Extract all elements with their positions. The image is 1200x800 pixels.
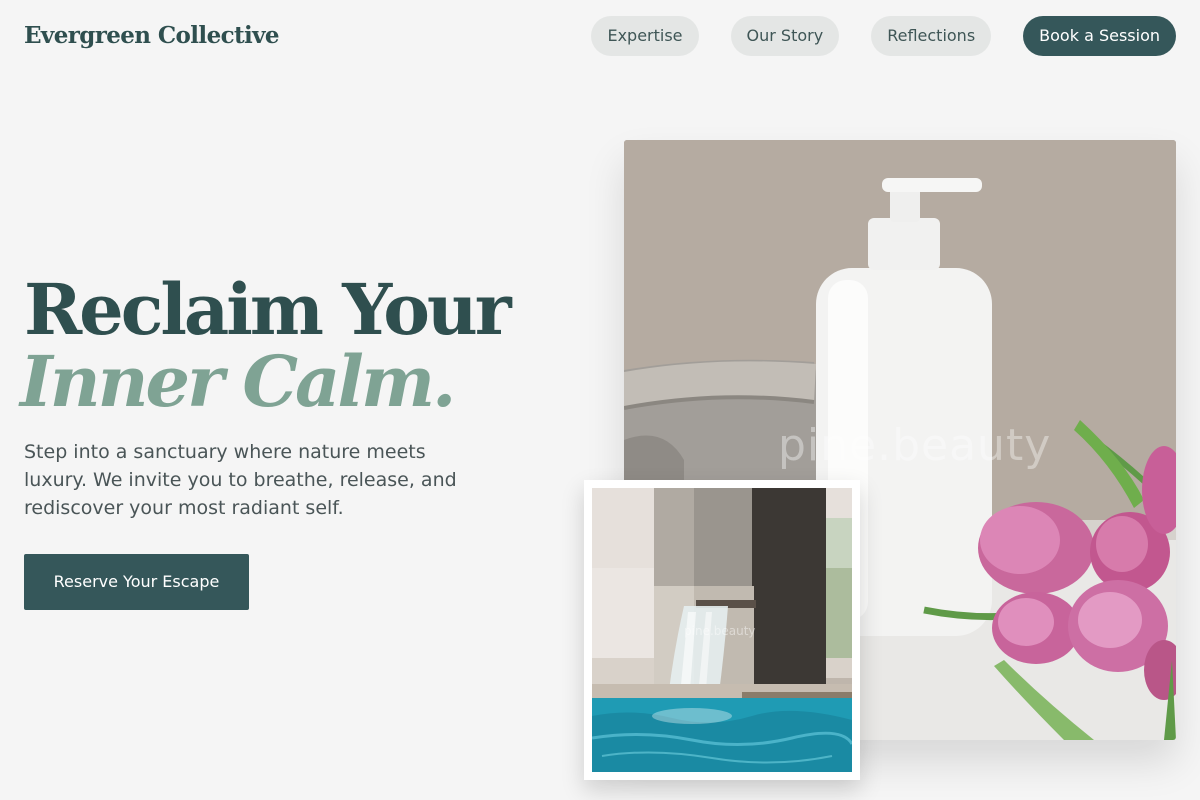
hero-subtitle: Step into a sanctuary where nature meets… — [24, 441, 457, 519]
inset-image-watermark: pine.beauty — [684, 624, 756, 638]
book-session-button[interactable]: Book a Session — [1023, 16, 1176, 56]
brand-logo[interactable]: Evergreen Collective — [24, 20, 280, 52]
main-nav: Expertise Our Story Reflections Book a S… — [591, 16, 1176, 56]
reserve-escape-button[interactable]: Reserve Your Escape — [24, 554, 249, 610]
hero-title: Reclaim Your Inner Calm. — [20, 268, 512, 424]
main-image-watermark: pine.beauty — [778, 420, 1052, 471]
site-header: Evergreen Collective Expertise Our Story… — [0, 0, 1200, 72]
hero-title-line1: Reclaim Your — [24, 268, 512, 351]
hero-title-line2: Inner Calm. — [20, 340, 456, 423]
inset-pool-image: pine.beauty — [592, 488, 852, 772]
nav-item-expertise[interactable]: Expertise — [591, 16, 699, 56]
nav-item-our-story[interactable]: Our Story — [730, 16, 840, 56]
inset-image-card: pine.beauty — [584, 480, 860, 780]
nav-item-reflections[interactable]: Reflections — [871, 16, 992, 56]
